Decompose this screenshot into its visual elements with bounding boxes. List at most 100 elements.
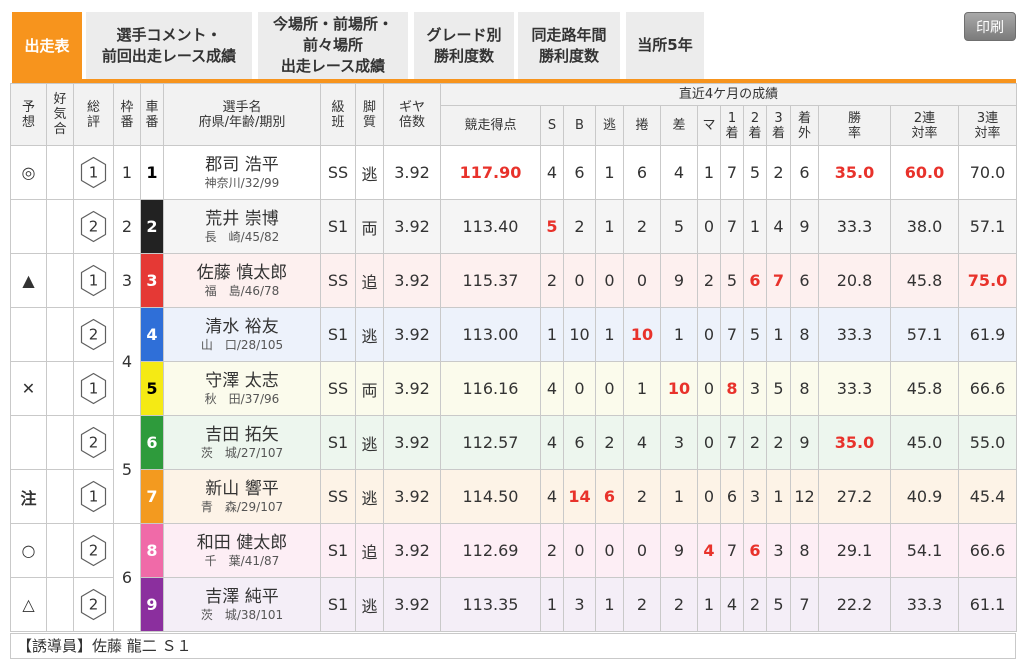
sashi-count: 10 [660, 361, 698, 416]
header-class: 級 班 [320, 83, 356, 146]
race-score: 112.57 [440, 415, 541, 470]
second-place-count: 1 [743, 199, 767, 254]
third-place-count: 5 [766, 577, 791, 632]
racer-row: ○ 2 6 8 和田 健太郎千 葉/41/87 S1 追 3.92 112.69 2 0 0 0 9 4 7 6… [10, 523, 1018, 632]
race-score: 117.90 [440, 145, 541, 200]
class-rank: S1 [320, 415, 356, 470]
third-place-count: 3 [766, 523, 791, 578]
rating-hexagon-icon: 1 [80, 156, 107, 189]
bracket-number: 1 [113, 145, 141, 200]
top3-rate: 57.1 [957, 199, 1018, 254]
race-score: 112.69 [440, 523, 541, 578]
race-score: 113.40 [440, 199, 541, 254]
bracket-number: 2 [113, 199, 141, 254]
second-place-count: 3 [743, 469, 767, 524]
top3-rate: 75.0 [957, 253, 1018, 308]
racer-name: 吉田 拓矢 [205, 424, 279, 445]
start-count: 2 [540, 523, 564, 578]
sashi-count: 5 [660, 199, 698, 254]
overall-rating: 1 [73, 253, 114, 308]
racer-name: 荒井 崇博 [205, 208, 279, 229]
rating-value: 1 [89, 380, 99, 398]
header-bracket-number: 枠 番 [113, 83, 141, 146]
header-recent-results: 直近4ケ月の成績 [439, 83, 1018, 106]
mark-count: 0 [697, 199, 721, 254]
nige-count: 0 [595, 523, 624, 578]
racer-row: ◎ 1 1 1 郡司 浩平 神奈川/32/99 SS 逃 3.92 117.90 4 6 1 6 4 1 7 5 2… [10, 145, 1018, 200]
racer-name: 佐藤 慎太郎 [196, 262, 288, 283]
tab-recent-meets-results[interactable]: 今場所・前場所・ 前々場所 出走レース成績 [258, 12, 408, 79]
prediction-mark [10, 415, 47, 470]
running-style: 追 [355, 523, 384, 578]
header-sashi-count: 差 [660, 105, 698, 146]
tab-track-annual-wins[interactable]: 同走路年間 勝利度数 [518, 12, 620, 79]
tab-local-5-years[interactable]: 当所5年 [626, 12, 704, 79]
first-place-count: 5 [720, 253, 744, 308]
win-rate: 35.0 [818, 145, 891, 200]
unplaced-count: 9 [790, 199, 819, 254]
class-rank: S1 [320, 199, 356, 254]
car-number: 7 [140, 469, 164, 524]
racer-row: ▲ 1 3 3 佐藤 慎太郎福 島/46/78 SS 追 3.92 115.37 2 0 0 0 9 2 5 6… [10, 253, 1018, 308]
header-top2-rate: 2連 対率 [890, 105, 959, 146]
second-place-count: 3 [743, 361, 767, 416]
win-rate: 33.3 [818, 199, 891, 254]
tab-comments-last-race[interactable]: 選手コメント・ 前回出走レース成績 [86, 12, 252, 79]
racer-profile: 神奈川/32/99 [204, 175, 280, 190]
sashi-count: 1 [660, 469, 698, 524]
nige-count: 2 [595, 415, 624, 470]
top3-rate: 45.4 [957, 469, 1018, 524]
top2-rate: 45.8 [890, 253, 959, 308]
top2-rate: 45.8 [890, 361, 959, 416]
header-back-count: B [563, 105, 596, 146]
race-card: 予 想 好 気 合 総 評 枠 番 車 番 選手名 府県/年齢/期別 級 班 脚… [10, 83, 1018, 659]
win-rate: 29.1 [818, 523, 891, 578]
back-count: 6 [563, 145, 596, 200]
third-place-count: 1 [766, 307, 791, 362]
rating-hexagon-icon: 2 [80, 210, 107, 243]
racer-cell: 和田 健太郎千 葉/41/87 [163, 523, 321, 578]
back-count: 0 [563, 523, 596, 578]
second-place-count: 6 [743, 523, 767, 578]
tab-bar: 出走表 選手コメント・ 前回出走レース成績 今場所・前場所・ 前々場所 出走レー… [12, 12, 712, 80]
racer-profile: 茨 城/27/107 [200, 445, 284, 460]
nige-count: 0 [595, 361, 624, 416]
header-race-score: 競走得点 [440, 105, 541, 146]
gear-ratio: 3.92 [383, 469, 441, 524]
print-button[interactable]: 印刷 [964, 12, 1016, 41]
start-count: 4 [540, 415, 564, 470]
makuri-count: 1 [623, 361, 661, 416]
top3-rate: 61.9 [957, 307, 1018, 362]
header-nige-count: 逃 [595, 105, 624, 146]
tab-race-card[interactable]: 出走表 [12, 12, 82, 80]
nige-count: 0 [595, 253, 624, 308]
top2-rate: 33.3 [890, 577, 959, 632]
header-gear-ratio: ギヤ 倍数 [383, 83, 441, 146]
overall-rating: 1 [73, 361, 114, 416]
race-score: 113.00 [440, 307, 541, 362]
sashi-count: 1 [660, 307, 698, 362]
car-number: 9 [140, 577, 164, 632]
start-count: 2 [540, 253, 564, 308]
header-prediction: 予 想 [10, 83, 47, 146]
first-place-count: 6 [720, 469, 744, 524]
sashi-count: 9 [660, 253, 698, 308]
first-place-count: 7 [720, 523, 744, 578]
race-card-body: ◎ 1 1 1 郡司 浩平 神奈川/32/99 SS 逃 3.92 117.90 4 6 1 6 4 1 7 5 2… [10, 145, 1018, 632]
rating-value: 2 [89, 218, 99, 236]
running-style: 逃 [355, 577, 384, 632]
rating-value: 2 [89, 542, 99, 560]
racer-cell: 荒井 崇博長 崎/45/82 [163, 199, 321, 254]
car-number: 3 [140, 253, 164, 308]
win-rate: 20.8 [818, 253, 891, 308]
bracket-number: 6 [113, 523, 141, 632]
top2-rate: 60.0 [890, 145, 959, 200]
nige-count: 1 [595, 307, 624, 362]
mark-count: 1 [697, 577, 721, 632]
mark-count: 0 [697, 307, 721, 362]
racer-cell: 守澤 太志秋 田/37/96 [163, 361, 321, 416]
rating-value: 1 [89, 164, 99, 182]
sashi-count: 3 [660, 415, 698, 470]
tab-grade-wins[interactable]: グレード別 勝利度数 [414, 12, 514, 79]
win-rate: 33.3 [818, 307, 891, 362]
